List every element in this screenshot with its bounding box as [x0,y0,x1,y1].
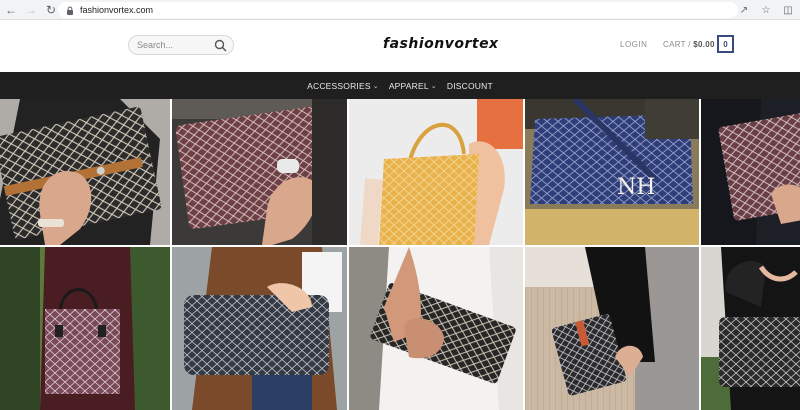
nav-item-discount[interactable]: DISCOUNT [447,81,493,91]
product-image[interactable] [172,247,347,410]
cart-link[interactable]: CART / $0.00 [663,40,715,49]
nav-item-label: DISCOUNT [446,80,493,91]
product-image[interactable] [349,247,523,410]
svg-text:NH: NH [617,175,655,200]
main-nav: ACCESSORIES ⌄ APPAREL ⌄ DISCOUNT [0,72,800,99]
site-logo[interactable]: fashionvortex [383,36,499,52]
search-icon[interactable] [214,39,227,52]
product-image[interactable] [0,99,170,245]
cart-count-badge[interactable]: 0 [717,35,734,53]
lock-icon [66,6,74,15]
product-grid: NH [0,99,800,410]
product-image[interactable] [701,99,800,245]
site-header: fashionvortex LOGIN CART / $0.00 0 [0,20,800,72]
search-box[interactable] [128,35,234,55]
browser-toolbar: ← → ↻ fashionvortex.com ↗ ☆ ◫ [0,0,800,20]
sidebar-icon[interactable]: ◫ [780,2,796,18]
cart-label: CART / [663,40,694,49]
product-image[interactable] [701,247,800,410]
nav-item-label: APPAREL [388,80,429,91]
product-image[interactable] [349,99,523,245]
search-input[interactable] [137,40,213,50]
product-image[interactable] [525,247,699,410]
nav-item-apparel[interactable]: APPAREL ⌄ [389,81,437,91]
chevron-down-icon: ⌄ [430,82,437,90]
url-text: fashionvortex.com [80,5,154,15]
product-image[interactable] [172,99,347,245]
cart-total: $0.00 [693,40,715,49]
chevron-down-icon: ⌄ [372,82,379,90]
nav-item-label: ACCESSORIES [307,80,371,91]
address-bar[interactable]: fashionvortex.com [58,2,738,18]
product-image[interactable] [0,247,170,410]
login-link[interactable]: LOGIN [620,40,647,49]
product-image[interactable]: NH [525,99,699,245]
nav-item-accessories[interactable]: ACCESSORIES ⌄ [307,81,379,91]
back-icon[interactable]: ← [2,1,20,19]
bookmark-star-icon[interactable]: ☆ [758,2,774,18]
share-icon[interactable]: ↗ [736,2,752,18]
forward-icon[interactable]: → [22,1,40,19]
